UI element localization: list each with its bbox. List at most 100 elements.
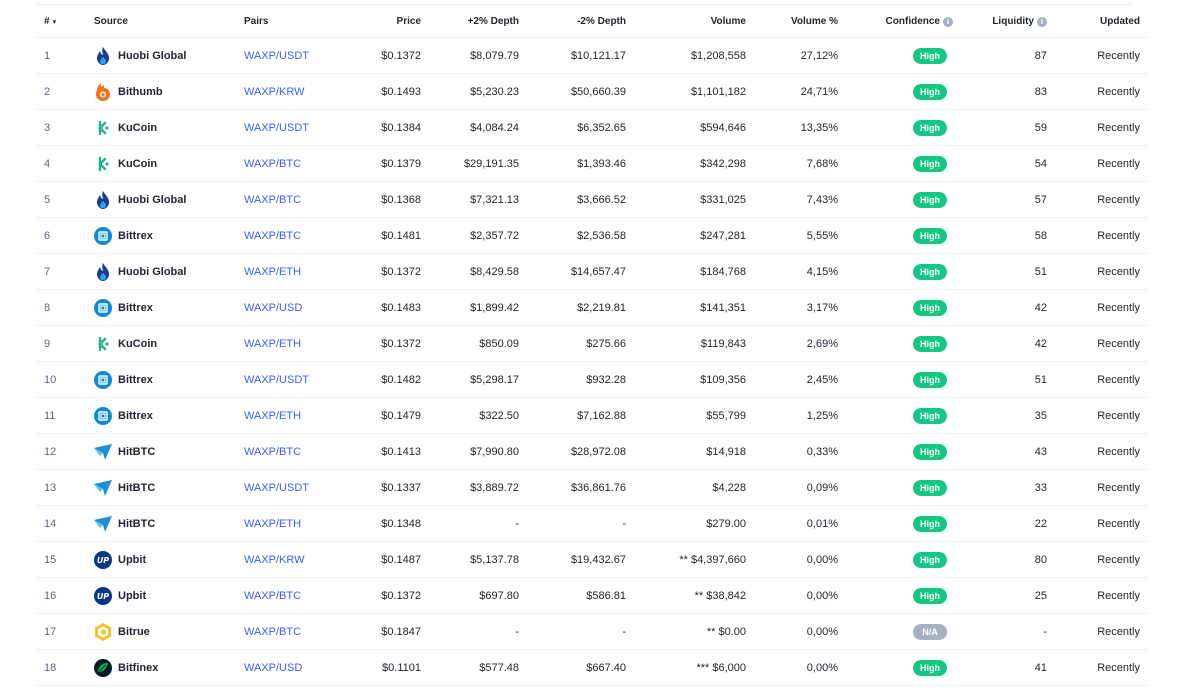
header-updated[interactable]: Updated bbox=[1047, 5, 1148, 38]
pair-cell[interactable]: WAXP/ETH bbox=[244, 397, 354, 434]
pair-cell[interactable]: WAXP/BTC bbox=[244, 145, 354, 182]
table-row[interactable]: 2 Bithumb WAXP/KRW $0.1493 $5,230.23 $50… bbox=[36, 73, 1148, 110]
table-row[interactable]: 10 Bittrex WAXP/USDT $0.1482 $5,298.17 $… bbox=[36, 361, 1148, 398]
exchange-name[interactable]: Upbit bbox=[118, 590, 146, 602]
source-cell[interactable]: Bittrex bbox=[94, 397, 244, 434]
header-plus-depth[interactable]: +2% Depth bbox=[421, 5, 519, 38]
exchange-link[interactable]: Bittrex bbox=[94, 226, 244, 245]
pair-link[interactable]: WAXP/BTC bbox=[244, 626, 301, 638]
table-row[interactable]: 8 Bittrex WAXP/USD $0.1483 $1,899.42 $2,… bbox=[36, 289, 1148, 326]
header-liquidity[interactable]: Liquidity i bbox=[953, 5, 1047, 38]
header-price[interactable]: Price bbox=[354, 5, 421, 38]
pair-link[interactable]: WAXP/ETH bbox=[244, 338, 301, 350]
pair-link[interactable]: WAXP/USDT bbox=[244, 122, 309, 134]
source-cell[interactable]: Bittrex bbox=[94, 217, 244, 254]
source-cell[interactable]: KuCoin bbox=[94, 325, 244, 362]
pair-link[interactable]: WAXP/BTC bbox=[244, 194, 301, 206]
table-row[interactable]: 17 Bitrue WAXP/BTC $0.1847 - - ** $0.00 … bbox=[36, 613, 1148, 650]
pair-link[interactable]: WAXP/USDT bbox=[244, 482, 309, 494]
table-row[interactable]: 15 UP Upbit WAXP/KRW $0.1487 $5,137.78 $… bbox=[36, 541, 1148, 578]
exchange-link[interactable]: HitBTC bbox=[94, 479, 244, 497]
table-row[interactable]: 18 Bitfinex WAXP/USD $0.1101 $577.48 $66… bbox=[36, 649, 1148, 686]
exchange-name[interactable]: Bitfinex bbox=[118, 662, 158, 674]
info-icon[interactable]: i bbox=[1037, 16, 1047, 27]
pair-cell[interactable]: WAXP/USD bbox=[244, 289, 354, 326]
pair-link[interactable]: WAXP/USDT bbox=[244, 50, 309, 62]
exchange-link[interactable]: Bithumb bbox=[94, 82, 244, 101]
exchange-name[interactable]: Upbit bbox=[118, 554, 146, 566]
pair-cell[interactable]: WAXP/BTC bbox=[244, 181, 354, 218]
pair-link[interactable]: WAXP/ETH bbox=[244, 518, 301, 530]
exchange-name[interactable]: Bittrex bbox=[118, 302, 153, 314]
exchange-link[interactable]: HitBTC bbox=[94, 443, 244, 461]
header-pairs[interactable]: Pairs bbox=[244, 5, 354, 38]
source-cell[interactable]: Huobi Global bbox=[94, 253, 244, 290]
table-row[interactable]: 3 KuCoin WAXP/USDT $0.1384 $4,084.24 $6,… bbox=[36, 109, 1148, 146]
source-cell[interactable]: UP Upbit bbox=[94, 577, 244, 614]
pair-cell[interactable]: WAXP/ETH bbox=[244, 505, 354, 542]
pair-cell[interactable]: WAXP/USDT bbox=[244, 37, 354, 74]
exchange-link[interactable]: Bittrex bbox=[94, 370, 244, 389]
exchange-name[interactable]: HitBTC bbox=[118, 518, 155, 530]
header-volume[interactable]: Volume bbox=[626, 5, 746, 38]
pair-link[interactable]: WAXP/BTC bbox=[244, 590, 301, 602]
source-cell[interactable]: HitBTC bbox=[94, 433, 244, 470]
exchange-name[interactable]: Bithumb bbox=[118, 86, 163, 98]
exchange-link[interactable]: KuCoin bbox=[94, 335, 244, 353]
exchange-link[interactable]: Bitfinex bbox=[94, 658, 244, 677]
pair-link[interactable]: WAXP/ETH bbox=[244, 266, 301, 278]
pair-link[interactable]: WAXP/BTC bbox=[244, 446, 301, 458]
table-row[interactable]: 13 HitBTC WAXP/USDT $0.1337 $3,889.72 $3… bbox=[36, 469, 1148, 506]
pair-link[interactable]: WAXP/BTC bbox=[244, 230, 301, 242]
pair-link[interactable]: WAXP/USD bbox=[244, 302, 302, 314]
exchange-name[interactable]: KuCoin bbox=[118, 338, 157, 350]
table-row[interactable]: 11 Bittrex WAXP/ETH $0.1479 $322.50 $7,1… bbox=[36, 397, 1148, 434]
exchange-link[interactable]: KuCoin bbox=[94, 119, 244, 137]
source-cell[interactable]: Bitfinex bbox=[94, 649, 244, 686]
pair-link[interactable]: WAXP/KRW bbox=[244, 554, 305, 566]
pair-cell[interactable]: WAXP/USDT bbox=[244, 469, 354, 506]
pair-cell[interactable]: WAXP/BTC bbox=[244, 433, 354, 470]
source-cell[interactable]: Huobi Global bbox=[94, 37, 244, 74]
header-source[interactable]: Source bbox=[94, 5, 244, 38]
table-row[interactable]: 7 Huobi Global WAXP/ETH $0.1372 $8,429.5… bbox=[36, 253, 1148, 290]
pair-cell[interactable]: WAXP/ETH bbox=[244, 325, 354, 362]
table-row[interactable]: 16 UP Upbit WAXP/BTC $0.1372 $697.80 $58… bbox=[36, 577, 1148, 614]
pair-cell[interactable]: WAXP/USD bbox=[244, 649, 354, 686]
exchange-link[interactable]: UP Upbit bbox=[94, 586, 244, 605]
header-minus-depth[interactable]: -2% Depth bbox=[519, 5, 626, 38]
exchange-name[interactable]: KuCoin bbox=[118, 122, 157, 134]
exchange-name[interactable]: Bittrex bbox=[118, 230, 153, 242]
exchange-name[interactable]: KuCoin bbox=[118, 158, 157, 170]
table-row[interactable]: 14 HitBTC WAXP/ETH $0.1348 - - $279.00 0… bbox=[36, 505, 1148, 542]
exchange-name[interactable]: Bitrue bbox=[118, 626, 150, 638]
exchange-name[interactable]: HitBTC bbox=[118, 446, 155, 458]
pair-link[interactable]: WAXP/KRW bbox=[244, 86, 305, 98]
source-cell[interactable]: Bithumb bbox=[94, 73, 244, 110]
source-cell[interactable]: Bittrex bbox=[94, 361, 244, 398]
table-row[interactable]: 6 Bittrex WAXP/BTC $0.1481 $2,357.72 $2,… bbox=[36, 217, 1148, 254]
exchange-link[interactable]: Bitrue bbox=[94, 622, 244, 641]
source-cell[interactable]: UP Upbit bbox=[94, 541, 244, 578]
header-confidence[interactable]: Confidence i bbox=[838, 5, 953, 38]
source-cell[interactable]: Bittrex bbox=[94, 289, 244, 326]
exchange-link[interactable]: Bittrex bbox=[94, 406, 244, 425]
pair-cell[interactable]: WAXP/USDT bbox=[244, 361, 354, 398]
pair-link[interactable]: WAXP/USD bbox=[244, 662, 302, 674]
exchange-name[interactable]: HitBTC bbox=[118, 482, 155, 494]
table-row[interactable]: 5 Huobi Global WAXP/BTC $0.1368 $7,321.1… bbox=[36, 181, 1148, 218]
exchange-link[interactable]: KuCoin bbox=[94, 155, 244, 173]
table-row[interactable]: 9 KuCoin WAXP/ETH $0.1372 $850.09 $275.6… bbox=[36, 325, 1148, 362]
table-row[interactable]: 1 Huobi Global WAXP/USDT $0.1372 $8,079.… bbox=[36, 37, 1148, 74]
exchange-name[interactable]: Bittrex bbox=[118, 374, 153, 386]
exchange-link[interactable]: HitBTC bbox=[94, 515, 244, 533]
pair-link[interactable]: WAXP/USDT bbox=[244, 374, 309, 386]
pair-cell[interactable]: WAXP/USDT bbox=[244, 109, 354, 146]
source-cell[interactable]: KuCoin bbox=[94, 145, 244, 182]
header-rank[interactable]: # ▾ bbox=[36, 5, 94, 38]
source-cell[interactable]: Bitrue bbox=[94, 613, 244, 650]
exchange-link[interactable]: Huobi Global bbox=[94, 190, 244, 209]
exchange-name[interactable]: Huobi Global bbox=[118, 266, 186, 278]
exchange-name[interactable]: Huobi Global bbox=[118, 194, 186, 206]
table-row[interactable]: 4 KuCoin WAXP/BTC $0.1379 $29,191.35 $1,… bbox=[36, 145, 1148, 182]
